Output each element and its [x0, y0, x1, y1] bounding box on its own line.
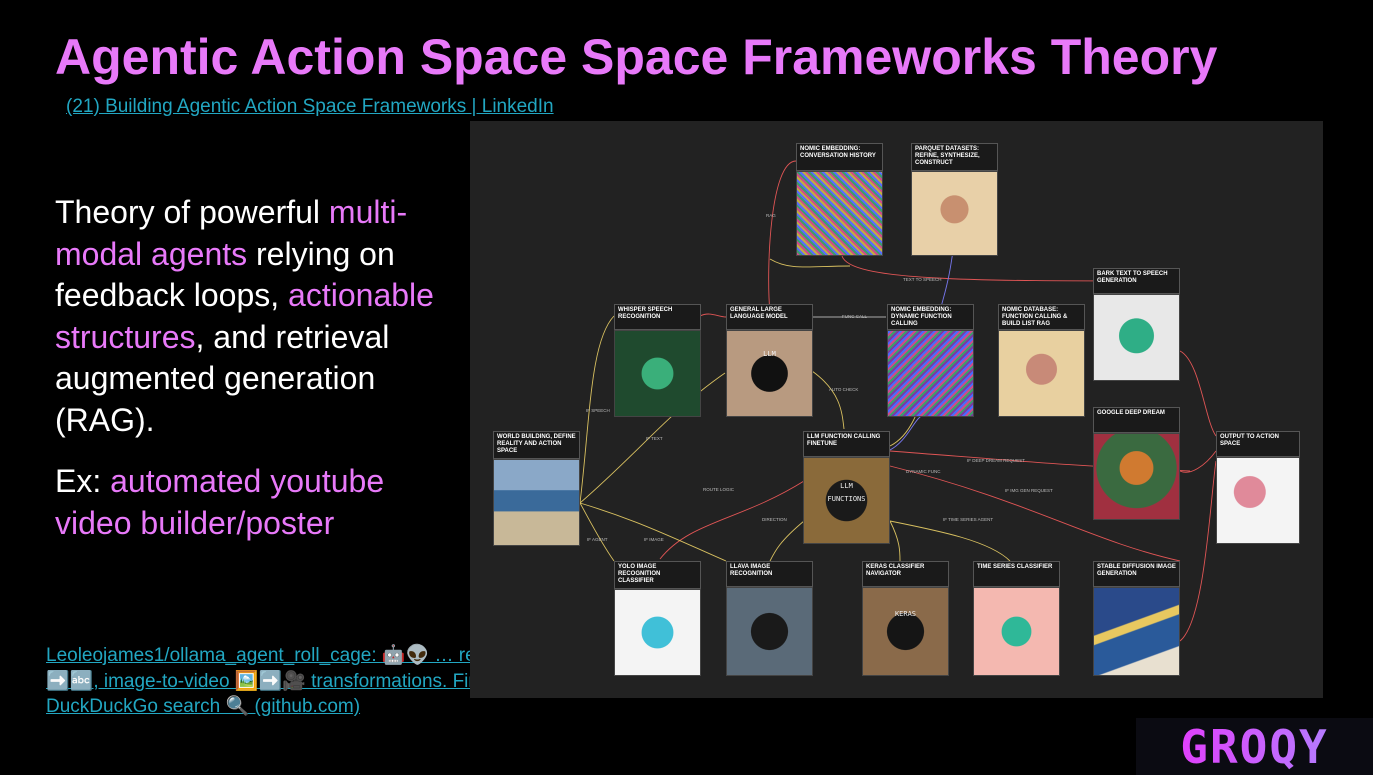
edge-label-func-call: FUNC CALL: [842, 314, 868, 319]
example-paragraph: Ex: automated youtube video builder/post…: [55, 461, 455, 544]
slide-title: Agentic Action Space Space Frameworks Th…: [55, 29, 1218, 85]
node-bark: BARK TEXT TO SPEECH GENERATION: [1093, 268, 1180, 294]
edge-label-deep-dream: IF DEEP DREAM REQUEST: [967, 458, 1025, 463]
edge-label-if-image: IF IMAGE: [644, 537, 664, 542]
node-yolo: YOLO IMAGE RECOGNITION CLASSIFIER: [614, 561, 701, 589]
edge-auto-check: [811, 370, 845, 430]
node-nomic-func: NOMIC EMBEDDING: DYNAMIC FUNCTION CALLIN…: [887, 304, 974, 330]
hourglass-chip-image: [973, 587, 1060, 676]
edge-label-if-speech: IF SPEECH: [586, 408, 610, 413]
theory-paragraph: Theory of powerful multi-modal agents re…: [55, 192, 455, 441]
node-nomic-history: NOMIC EMBEDDING: CONVERSATION HISTORY: [796, 143, 883, 171]
node-output: OUTPUT TO ACTION SPACE: [1216, 431, 1300, 457]
edge-direction: [769, 520, 805, 562]
llama-starry-night-image: [1093, 587, 1180, 676]
edge-label-time-series: IF TIME SERIES AGENT: [943, 517, 994, 522]
edge-label-route-logic: ROUTE LOGIC: [703, 487, 735, 492]
edge-label-rag: RAG: [766, 213, 776, 218]
brain-computer-image: [1216, 457, 1300, 544]
chip-image: [998, 330, 1085, 417]
node-stable: STABLE DIFFUSION IMAGE GENERATION: [1093, 561, 1180, 587]
edge-label-if-agent: IF AGENT: [587, 537, 608, 542]
edge-rag: [768, 160, 797, 314]
llm-chip-text: LLM: [763, 350, 776, 358]
logo-text: GROQY: [1180, 719, 1329, 774]
edge-label-dynamic-func: DYNAMIC FUNC: [906, 469, 941, 474]
functions-chip-text: FUNCTIONS: [827, 495, 866, 503]
noise-image: [887, 330, 974, 417]
edge-label-img-gen: IF IMG GEN REQUEST: [1005, 488, 1053, 493]
text-segment: Theory of powerful: [55, 194, 329, 230]
node-llm: GENERAL LARGE LANGUAGE MODEL: [726, 304, 813, 330]
ear-chip-image: [614, 330, 701, 417]
edge-label-tts: TEXT TO SPEECH: [903, 277, 942, 282]
node-world: WORLD BUILDING, DEFINE REALITY AND ACTIO…: [493, 431, 580, 459]
edge-label-auto-check: AUTO CHECK: [829, 387, 859, 392]
groqy-logo: GROQY: [1136, 718, 1373, 775]
node-timeseries: TIME SERIES CLASSIFIER: [973, 561, 1060, 587]
llm-func-chip-text: LLM: [840, 482, 853, 490]
edge-label-direction: DIRECTION: [762, 517, 787, 522]
edge-timeseries: [889, 520, 1011, 562]
body-text: Theory of powerful multi-modal agents re…: [55, 192, 455, 544]
node-whisper: WHISPER SPEECH RECOGNITION: [614, 304, 701, 330]
mouth-chip-image: [1093, 294, 1180, 381]
noise-image: [796, 171, 883, 256]
deep-dream-image: [1093, 433, 1180, 520]
ocean-image: [493, 459, 580, 546]
node-parquet: PARQUET DATASETS: REFINE, SYNTHESIZE, CO…: [911, 143, 998, 171]
architecture-diagram: NOMIC EMBEDDING: CONVERSATION HISTORY PA…: [470, 121, 1323, 698]
edge-label-if-text: IF TEXT: [646, 436, 663, 441]
edge-agent: [579, 502, 615, 562]
node-nomic-db: NOMIC DATABASE: FUNCTION CALLING & BUILD…: [998, 304, 1085, 330]
node-llm-func: LLM FUNCTION CALLING FINETUNE: [803, 431, 890, 457]
linkedin-link[interactable]: (21) Building Agentic Action Space Frame…: [66, 96, 554, 118]
text-segment: Ex:: [55, 463, 111, 499]
node-llava: LLAVA IMAGE RECOGNITION: [726, 561, 813, 587]
node-keras: KERAS CLASSIFIER NAVIGATOR: [862, 561, 949, 587]
chip-image: [911, 171, 998, 256]
llm-chip-image: [726, 330, 813, 417]
node-deep-dream: GOOGLE DEEP DREAM: [1093, 407, 1180, 433]
eye-chip-image: [726, 587, 813, 676]
yolo-chip-image: [614, 589, 701, 676]
edge-image: [579, 502, 727, 562]
keras-chip-text: KERAS: [894, 610, 917, 618]
keras-chip-image: [862, 587, 949, 676]
